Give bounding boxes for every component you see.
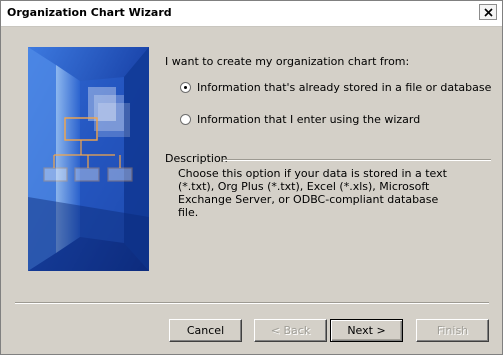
footer-separator [15, 302, 489, 304]
radio-dot [184, 86, 187, 89]
radio-button-unselected[interactable] [180, 114, 191, 125]
description-divider [223, 159, 491, 161]
cancel-button[interactable]: Cancel [169, 319, 242, 342]
source-heading: I want to create my organization chart f… [165, 55, 410, 68]
next-button[interactable]: Next > [330, 319, 403, 342]
title-bar[interactable]: Organization Chart Wizard [1, 1, 502, 27]
option-file-database-label[interactable]: Information that's already stored in a f… [197, 81, 491, 94]
window-title: Organization Chart Wizard [7, 6, 172, 19]
wizard-dialog: Organization Chart Wizard I want to crea… [0, 0, 503, 355]
option-enter-wizard-label[interactable]: Information that I enter using the wizar… [197, 113, 420, 126]
wizard-illustration [28, 47, 149, 271]
radio-button-selected[interactable] [180, 82, 191, 93]
finish-button[interactable]: Finish [416, 319, 489, 342]
close-icon [484, 8, 493, 17]
back-button[interactable]: < Back [254, 319, 327, 342]
close-button[interactable] [479, 4, 497, 20]
description-text: Choose this option if your data is store… [178, 167, 447, 219]
description-label: Description [165, 152, 228, 165]
